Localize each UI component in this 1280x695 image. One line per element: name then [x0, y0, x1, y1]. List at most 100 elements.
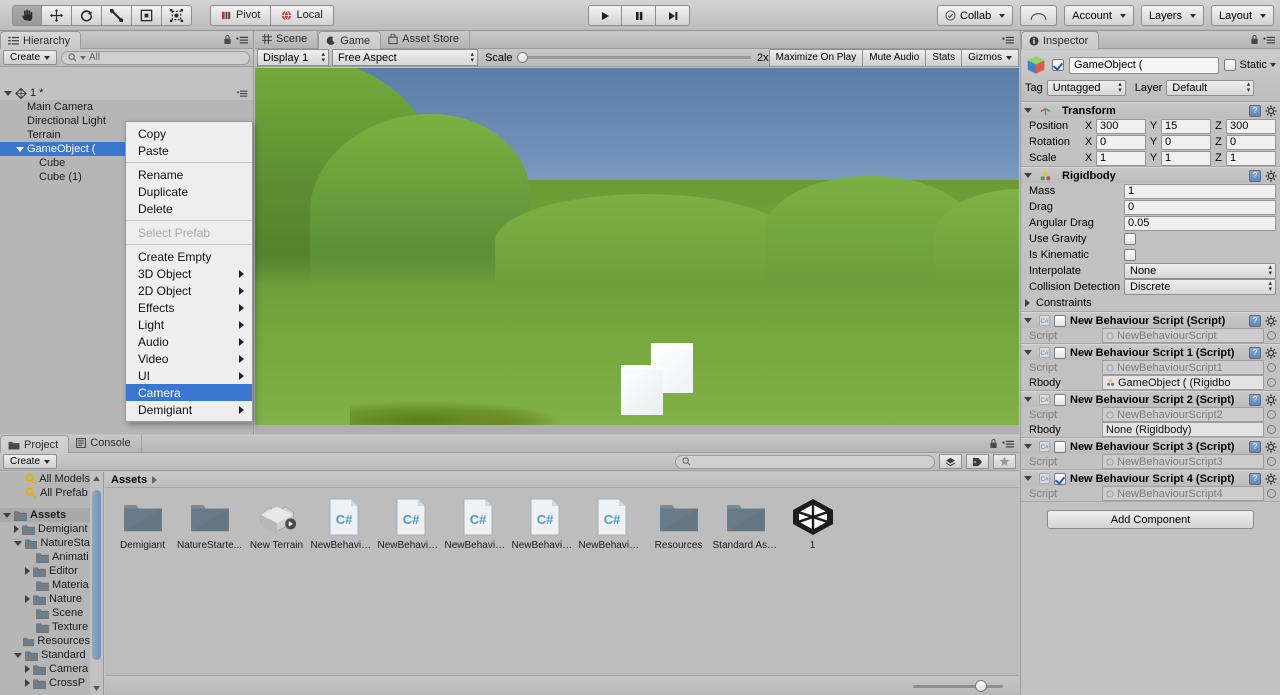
panel-menu-icon[interactable]	[1002, 439, 1015, 449]
filter-by-type-button[interactable]	[939, 454, 962, 469]
layout-button[interactable]: Layout	[1210, 5, 1274, 26]
menu-item-delete[interactable]: Delete	[126, 200, 252, 217]
script-0-object-picker[interactable]	[1267, 331, 1276, 340]
favorites-button[interactable]	[993, 454, 1016, 469]
lock-icon[interactable]	[989, 438, 998, 449]
mute-audio-button[interactable]: Mute Audio	[862, 48, 926, 67]
transform-rotation-y-input[interactable]: 0	[1161, 134, 1211, 150]
play-button[interactable]	[588, 5, 622, 26]
chevron-right-icon[interactable]	[25, 595, 30, 603]
script-2-rbody-field[interactable]: None (Rigidbody)	[1102, 422, 1264, 437]
project-tree-item-demigiant[interactable]: Demigiant	[0, 522, 90, 536]
transform-scale-z-input[interactable]: 1	[1226, 150, 1276, 166]
gear-icon[interactable]	[1265, 169, 1277, 182]
aspect-dropdown[interactable]: Free Aspect ▴ ▾	[332, 49, 478, 66]
script-3-header[interactable]: C# New Behaviour Script 3 (Script)?	[1021, 439, 1280, 454]
transform-header[interactable]: Transform ?	[1021, 103, 1280, 118]
cloud-button[interactable]	[1020, 5, 1058, 26]
rect-tool-button[interactable]	[132, 4, 162, 26]
tab-asset-store[interactable]: Asset Store	[381, 30, 471, 48]
scroll-down-arrow-icon[interactable]	[92, 684, 101, 693]
help-icon[interactable]: ?	[1249, 472, 1261, 485]
asset-item[interactable]: C# NewBehaviou...	[377, 497, 444, 551]
script-1-enabled-checkbox[interactable]	[1054, 346, 1066, 359]
project-tree-item-resources[interactable]: Resources	[0, 634, 90, 648]
transform-scale-x-input[interactable]: 1	[1096, 150, 1146, 166]
tab-game[interactable]: Game	[318, 31, 382, 49]
help-icon[interactable]: ?	[1249, 393, 1261, 406]
script-2-object-picker[interactable]	[1267, 410, 1276, 419]
menu-item-demigiant[interactable]: Demigiant	[126, 401, 252, 418]
project-tree-item-crossp[interactable]: CrossP	[0, 676, 90, 690]
script-0-object-field[interactable]: NewBehaviourScript	[1102, 328, 1264, 343]
chevron-down-icon[interactable]	[1024, 350, 1032, 355]
scene-menu-icon[interactable]	[236, 89, 249, 98]
is-kinematic-checkbox[interactable]	[1124, 249, 1136, 261]
project-tree-item-all-models[interactable]: All Models	[0, 472, 90, 486]
chevron-down-icon[interactable]	[1024, 318, 1032, 323]
hierarchy-scene-row[interactable]: 1 *	[0, 86, 253, 100]
project-tree-item-editor[interactable]: Editor	[0, 564, 90, 578]
static-toggle[interactable]: Static	[1224, 59, 1276, 71]
display-dropdown[interactable]: Display 1 ▴ ▾	[257, 49, 329, 66]
chevron-down-icon[interactable]	[1024, 173, 1032, 178]
chevron-down-icon[interactable]	[1024, 476, 1032, 481]
project-tree-scrollbar[interactable]	[90, 472, 103, 695]
menu-item-2d-object[interactable]: 2D Object	[126, 282, 252, 299]
scale-tool-button[interactable]	[102, 4, 132, 26]
script-0-enabled-checkbox[interactable]	[1054, 314, 1066, 327]
chevron-right-icon[interactable]	[25, 567, 30, 575]
project-tree-item-camera[interactable]: Camera	[0, 662, 90, 676]
menu-item-ui[interactable]: UI	[126, 367, 252, 384]
transform-rotation-x-input[interactable]: 0	[1096, 134, 1146, 150]
rigidbody-constraints-row[interactable]: Constraints	[1021, 295, 1280, 311]
layers-button[interactable]: Layers	[1140, 5, 1204, 26]
lock-icon[interactable]	[1250, 34, 1259, 45]
chevron-right-icon[interactable]	[1025, 299, 1030, 307]
chevron-down-icon[interactable]	[1024, 108, 1032, 113]
script-4-header[interactable]: C# New Behaviour Script 4 (Script)?	[1021, 471, 1280, 486]
tab-scene[interactable]: Scene	[255, 30, 319, 48]
chevron-right-icon[interactable]	[25, 679, 30, 687]
chevron-down-icon[interactable]	[14, 652, 22, 658]
help-icon[interactable]: ?	[1249, 440, 1261, 453]
interpolate-dropdown[interactable]: None ▴ ▾	[1124, 263, 1276, 279]
project-tree-column[interactable]: All Models All Prefab Assets Demigiant Natur…	[0, 472, 104, 695]
gear-icon[interactable]	[1265, 346, 1277, 359]
menu-item-create-empty[interactable]: Create Empty	[126, 248, 252, 265]
tab-console[interactable]: Console	[69, 434, 142, 452]
tag-dropdown[interactable]: Untagged ▴ ▾	[1046, 80, 1126, 96]
script-4-enabled-checkbox[interactable]	[1054, 472, 1066, 485]
object-name-input[interactable]: GameObject (	[1069, 56, 1220, 74]
chevron-down-icon[interactable]	[16, 146, 24, 152]
local-button[interactable]: Local	[271, 4, 334, 26]
object-enabled-checkbox[interactable]	[1052, 59, 1064, 71]
help-icon[interactable]: ?	[1249, 346, 1261, 359]
script-1-object-picker[interactable]	[1267, 363, 1276, 372]
project-create-button[interactable]: Create	[3, 454, 58, 469]
chevron-right-icon[interactable]	[14, 525, 19, 533]
chevron-down-icon[interactable]	[1024, 444, 1032, 449]
help-icon[interactable]: ?	[1249, 169, 1261, 182]
asset-item[interactable]: C# NewBehaviou...	[578, 497, 645, 551]
transform-rotation-z-input[interactable]: 0	[1226, 134, 1276, 150]
transform-scale-y-input[interactable]: 1	[1161, 150, 1211, 166]
step-button[interactable]	[656, 5, 690, 26]
project-tree[interactable]: All Models All Prefab Assets Demigiant Natur…	[0, 472, 90, 695]
transform-position-y-input[interactable]: 15	[1161, 118, 1211, 134]
gear-icon[interactable]	[1265, 393, 1277, 406]
menu-item-rename[interactable]: Rename	[126, 166, 252, 183]
project-tree-item-animati[interactable]: Animati	[0, 550, 90, 564]
breadcrumb[interactable]: Assets	[105, 472, 1019, 488]
script-1-rbody-picker[interactable]	[1267, 378, 1276, 387]
static-checkbox[interactable]	[1224, 59, 1237, 71]
pivot-button[interactable]: Pivot	[210, 4, 272, 26]
transform-tool-button[interactable]	[162, 4, 192, 26]
layer-dropdown[interactable]: Default ▴ ▾	[1166, 80, 1255, 96]
stats-button[interactable]: Stats	[925, 48, 962, 67]
script-1-header[interactable]: C# New Behaviour Script 1 (Script)?	[1021, 345, 1280, 360]
collab-button[interactable]: Collab	[937, 5, 1014, 26]
panel-menu-icon[interactable]	[236, 35, 249, 45]
menu-item-effects[interactable]: Effects	[126, 299, 252, 316]
scale-slider[interactable]	[516, 52, 752, 63]
